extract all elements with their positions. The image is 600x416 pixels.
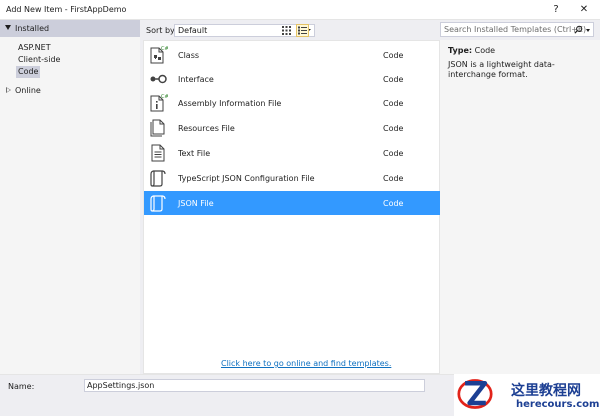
watermark-chinese-text: 这里教程网 bbox=[511, 383, 581, 399]
template-name: Class bbox=[178, 51, 200, 60]
collapsed-arrow-icon bbox=[6, 87, 11, 93]
template-name: Interface bbox=[178, 75, 214, 84]
find-online-templates-link[interactable]: Click here to go online and find templat… bbox=[221, 359, 391, 368]
template-type-label: Type: bbox=[448, 46, 473, 55]
search-templates-input[interactable]: Search Installed Templates (Ctrl+E) bbox=[440, 22, 594, 37]
resources-file-icon bbox=[150, 119, 165, 137]
watermark-logo-icon bbox=[457, 379, 493, 409]
assembly-info-icon: C# bbox=[150, 94, 168, 112]
list-view-button[interactable] bbox=[296, 24, 309, 37]
help-button[interactable]: ? bbox=[547, 2, 565, 18]
template-item-json-file[interactable]: JSON File Code bbox=[144, 191, 440, 215]
template-name: JSON File bbox=[178, 199, 214, 208]
template-category: Code bbox=[383, 51, 404, 60]
template-item-text-file[interactable]: Text File Code bbox=[144, 141, 440, 165]
template-type-value: Code bbox=[474, 46, 496, 55]
json-file-icon bbox=[150, 170, 166, 187]
template-item-class[interactable]: C# Class Code bbox=[144, 43, 440, 67]
tree-node-online[interactable]: Online bbox=[0, 84, 140, 98]
tree-item-code[interactable]: Code bbox=[16, 66, 41, 78]
svg-text:C#: C# bbox=[161, 94, 168, 100]
sort-toolbar: Sort by: Default bbox=[140, 20, 440, 40]
grid-view-icon bbox=[282, 26, 291, 35]
template-name: Resources File bbox=[178, 124, 235, 133]
name-field-box bbox=[84, 379, 425, 392]
template-type: Type: Code bbox=[448, 46, 495, 55]
json-file-icon bbox=[150, 195, 166, 212]
template-item-resources-file[interactable]: Resources File Code bbox=[144, 116, 440, 140]
watermark: 这里教程网 herecours.com bbox=[454, 374, 600, 416]
name-label: Name: bbox=[8, 382, 35, 391]
sort-dropdown[interactable]: Default bbox=[174, 24, 315, 37]
class-icon: C# bbox=[150, 46, 168, 64]
expanded-arrow-icon bbox=[5, 25, 11, 30]
tree-item-aspnet[interactable]: ASP.NET bbox=[16, 42, 53, 54]
template-category: Code bbox=[383, 99, 404, 108]
small-icons-view-button[interactable] bbox=[280, 24, 293, 37]
title-bar: Add New Item - FirstAppDemo ? ✕ bbox=[0, 0, 600, 20]
template-name: Text File bbox=[178, 149, 211, 158]
search-options-arrow-icon[interactable] bbox=[586, 29, 590, 32]
tree-node-installed-label: Installed bbox=[15, 24, 50, 33]
template-list: C# Class Code Interface Code C# Assembly… bbox=[143, 40, 440, 374]
template-item-interface[interactable]: Interface Code bbox=[144, 67, 440, 91]
template-category: Code bbox=[383, 75, 404, 84]
watermark-url-text: herecours.com bbox=[516, 399, 600, 410]
sort-dropdown-value: Default bbox=[178, 26, 208, 35]
tree-node-installed[interactable]: Installed bbox=[0, 20, 140, 37]
template-name: TypeScript JSON Configuration File bbox=[178, 174, 315, 183]
template-category: Code bbox=[383, 149, 404, 158]
category-tree: Installed ASP.NET Client-side Code Onlin… bbox=[0, 20, 140, 374]
tree-node-online-label: Online bbox=[15, 86, 41, 95]
template-item-assembly-info[interactable]: C# Assembly Information File Code bbox=[144, 91, 440, 115]
list-view-icon bbox=[298, 26, 307, 35]
close-button[interactable]: ✕ bbox=[575, 2, 593, 18]
sort-label: Sort by: bbox=[146, 26, 177, 35]
template-details-pane: Type: Code JSON is a lightweight data-in… bbox=[440, 40, 600, 374]
template-name: Assembly Information File bbox=[178, 99, 282, 108]
interface-icon bbox=[150, 74, 167, 84]
template-category: Code bbox=[383, 124, 404, 133]
search-icon bbox=[574, 25, 583, 34]
svg-text:C#: C# bbox=[161, 46, 168, 52]
template-category: Code bbox=[383, 174, 404, 183]
name-input[interactable] bbox=[85, 380, 415, 391]
search-placeholder: Search Installed Templates (Ctrl+E) bbox=[444, 25, 587, 34]
tree-item-client-side[interactable]: Client-side bbox=[16, 54, 62, 66]
template-category: Code bbox=[383, 199, 404, 208]
template-description: JSON is a lightweight data-interchange f… bbox=[448, 60, 555, 79]
template-item-typescript-json-config[interactable]: TypeScript JSON Configuration File Code bbox=[144, 166, 440, 190]
text-file-icon bbox=[151, 144, 165, 162]
window-title: Add New Item - FirstAppDemo bbox=[6, 5, 127, 14]
